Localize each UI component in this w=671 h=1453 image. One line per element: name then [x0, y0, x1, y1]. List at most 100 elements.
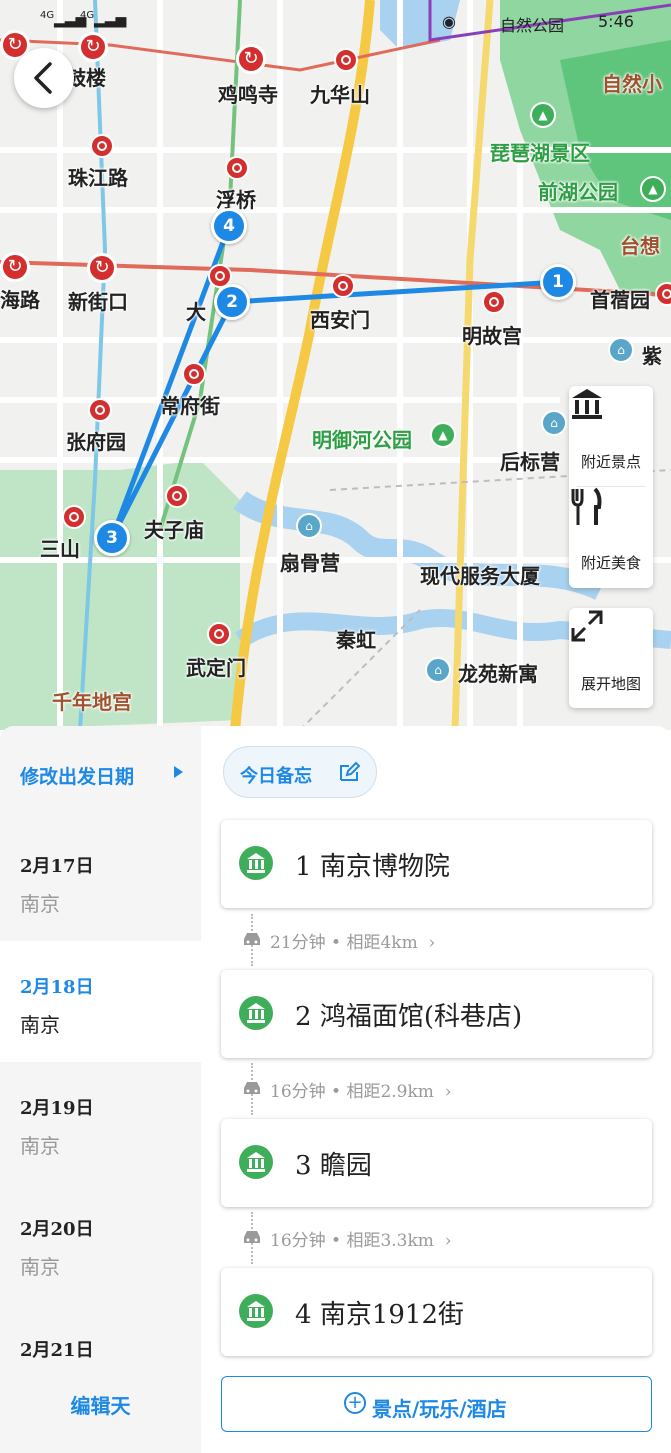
nearby-food-label: 附近美食 [580, 554, 641, 572]
attraction-icon [239, 846, 273, 880]
park-icon: ▲ [640, 176, 666, 202]
map-label: 琵琶湖景区 [490, 141, 590, 165]
metro-station-icon [225, 156, 249, 180]
stop-card[interactable]: 1 南京博物院 [221, 820, 652, 908]
route-pin[interactable]: 1 [540, 264, 576, 300]
chevron-right-icon: › [444, 1231, 452, 1251]
map-label: 九华山 [310, 83, 370, 107]
day-item[interactable]: 2月19日 南京 [0, 1062, 201, 1183]
map-label: 紫 [642, 344, 662, 368]
chevron-right-icon: › [428, 933, 436, 953]
nearby-sights-button[interactable]: 附近景点 [569, 386, 653, 486]
modify-date-label: 修改出发日期 [20, 766, 135, 788]
day-item[interactable]: 2月17日 南京 [0, 820, 201, 941]
expand-map-label: 展开地图 [580, 675, 641, 693]
day-city: 南京 [20, 1134, 60, 1158]
segment-info: 16分钟 • 相距2.9km › [270, 1082, 452, 1102]
map-label: 扇骨营 [280, 551, 340, 575]
back-button[interactable] [14, 48, 74, 108]
modify-date-button[interactable]: 修改出发日期 [0, 726, 201, 820]
back-arrow-icon [34, 62, 52, 94]
residential-icon: ⌂ [425, 657, 451, 683]
map-label: 常府街 [160, 394, 220, 418]
metro-transfer-icon: ↻ [87, 253, 117, 283]
map-label: 三山 [40, 537, 80, 561]
residential-icon: ⌂ [608, 337, 634, 363]
day-date: 2月20日 [20, 1219, 94, 1240]
chevron-right-icon: › [444, 1082, 452, 1102]
map-label: 明故宫 [462, 324, 522, 348]
metro-station-icon [482, 290, 506, 314]
day-city: 南京 [20, 1255, 60, 1279]
triangle-right-icon [174, 766, 183, 778]
stop-name: 4 南京1912街 [295, 1300, 464, 1330]
nearby-panel: 附近景点 附近美食 [569, 386, 653, 588]
stop-name: 3 瞻园 [295, 1151, 372, 1181]
nearby-food-button[interactable]: 附近美食 [569, 487, 653, 587]
day-city: 南京 [20, 1013, 60, 1037]
route-pin[interactable]: 4 [211, 208, 247, 244]
signal-icon: ▂▃▅ [54, 12, 87, 28]
residential-icon: ⌂ [296, 513, 322, 539]
stop-name: 2 鸿福面馆(科巷店) [295, 1002, 523, 1032]
add-stop-button[interactable]: + 景点/玩乐/酒店 [221, 1376, 652, 1432]
metro-transfer-icon: ↻ [0, 252, 30, 282]
edit-day-button[interactable]: 编辑天 [0, 1358, 201, 1453]
park-icon: ▲ [430, 422, 456, 448]
itinerary-panel: 修改出发日期 2月17日 南京 2月18日 南京 2月19日 南京 2月20日 … [0, 726, 671, 1453]
day-date: 2月19日 [20, 1098, 94, 1119]
metro-station-icon [182, 362, 206, 386]
edit-day-label: 编辑天 [70, 1394, 131, 1418]
metro-station-icon [62, 505, 86, 529]
map-label: 自然小 [602, 72, 662, 96]
route-pin[interactable]: 2 [214, 284, 250, 320]
day-date: 2月18日 [20, 977, 94, 998]
map-label: 西安门 [310, 308, 370, 332]
signal-icon: ▂▃▅ [94, 12, 127, 28]
day-date: 2月17日 [20, 856, 94, 877]
metro-station-icon [207, 622, 231, 646]
stop-card[interactable]: 4 南京1912街 [221, 1268, 652, 1356]
metro-station-icon [331, 274, 355, 298]
stop-card[interactable]: 2 鸿福面馆(科巷店) [221, 970, 652, 1058]
expand-map-button[interactable]: 展开地图 [569, 608, 653, 708]
map-label: 明御河公园 [312, 428, 412, 452]
today-memo-button[interactable]: 今日备忘 [223, 746, 377, 798]
eye-icon: ◉ [442, 12, 456, 31]
map-label: 前湖公园 [538, 180, 618, 204]
stop-card[interactable]: 3 瞻园 [221, 1119, 652, 1207]
map-label: 武定门 [186, 656, 246, 680]
add-stop-label: 景点/玩乐/酒店 [372, 1397, 507, 1421]
map-label: 秦虹 [336, 628, 376, 652]
map-label: 海路 [0, 288, 40, 312]
plus-circle-icon: + [344, 1392, 366, 1414]
car-icon [244, 1231, 260, 1243]
map-label: 首蓿园 [590, 288, 650, 312]
map-label: 珠江路 [68, 166, 128, 190]
status-bar: 4G 4G ▂▃▅ ▂▃▅ ◉ 自然公园 5:46 [0, 0, 671, 40]
day-item-selected[interactable]: 2月18日 南京 [0, 941, 201, 1062]
nearby-sights-label: 附近景点 [580, 453, 641, 471]
status-text: 自然公园 [500, 16, 565, 35]
map-label: 现代服务大厦 [420, 564, 540, 588]
map-label: 张府园 [66, 430, 126, 454]
map-label: 龙苑新寓 [458, 662, 538, 686]
map-label: 新街口 [68, 290, 128, 314]
park-icon: ▲ [530, 102, 556, 128]
attraction-icon [239, 1145, 273, 1179]
map-label: 台想 [620, 234, 660, 258]
map-label: 后标营 [500, 450, 560, 474]
day-city: 南京 [20, 892, 60, 916]
network-indicator: 4G [40, 10, 55, 21]
edit-icon [340, 761, 360, 781]
map-view[interactable]: ↻ ↻ ↻ ↻ ↻ ▲ ▲ ▲ ⌂ ⌂ ⌂ ⌂ 鼓楼 鸡鸣寺 九华山 珠江路 浮… [0, 0, 671, 730]
route-pin[interactable]: 3 [94, 520, 130, 556]
car-icon [244, 1082, 260, 1094]
metro-transfer-icon: ↻ [236, 44, 266, 74]
fork-knife-icon [571, 487, 602, 525]
car-icon [244, 933, 260, 945]
metro-station-icon [334, 48, 358, 72]
landmark-icon [572, 389, 602, 419]
day-item[interactable]: 2月20日 南京 [0, 1183, 201, 1304]
metro-station-icon [90, 134, 114, 158]
